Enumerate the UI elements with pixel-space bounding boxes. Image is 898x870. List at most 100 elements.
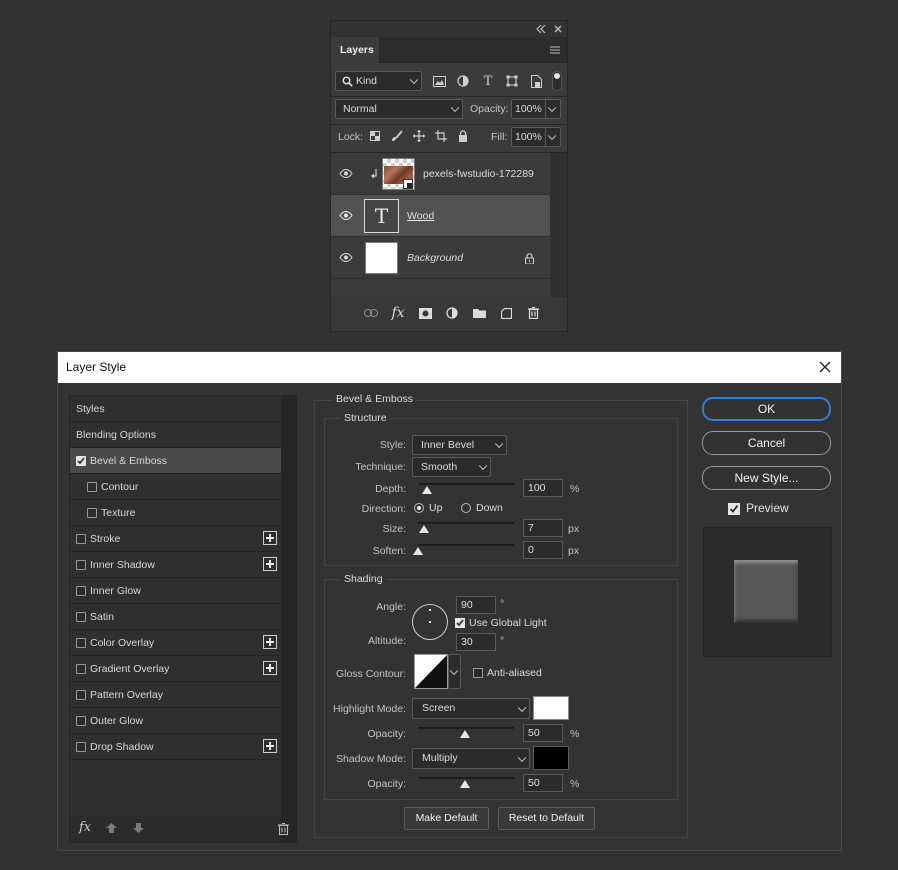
checkbox-drop-shadow[interactable]	[76, 742, 86, 752]
depth-input[interactable]: 100	[523, 479, 563, 497]
technique-dropdown[interactable]: Smooth	[412, 457, 491, 477]
lock-artboard-crop-icon[interactable]	[434, 129, 448, 143]
layers-scrollbar[interactable]	[550, 153, 567, 311]
shadow-opacity-thumb[interactable]	[460, 780, 470, 788]
soften-input[interactable]: 0	[523, 541, 563, 559]
new-layer-icon[interactable]	[497, 305, 515, 321]
size-slider-thumb[interactable]	[419, 525, 429, 533]
checkbox-pattern-overlay[interactable]	[76, 690, 86, 700]
checkbox-gradient-overlay[interactable]	[76, 664, 86, 674]
checkbox-satin[interactable]	[76, 612, 86, 622]
fill-field[interactable]: 100%	[511, 127, 561, 147]
highlight-mode-dropdown[interactable]: Screen	[412, 698, 530, 719]
new-style-button[interactable]: New Style...	[702, 466, 831, 490]
link-layers-icon[interactable]	[362, 305, 380, 321]
fx-icon[interactable]: fx	[389, 305, 407, 321]
depth-slider-thumb[interactable]	[422, 486, 432, 494]
adjustment-layer-icon[interactable]	[443, 305, 461, 321]
style-item-pattern-overlay[interactable]: Pattern Overlay	[70, 682, 281, 708]
preview-checkbox[interactable]	[728, 503, 740, 515]
shadow-opacity-input[interactable]: 50	[523, 774, 563, 792]
style-item-drop-shadow[interactable]: Drop Shadow	[70, 734, 281, 760]
highlight-opacity-slider[interactable]	[418, 727, 514, 729]
style-item-contour[interactable]: Contour	[70, 474, 281, 500]
delete-layer-trash-icon[interactable]	[524, 305, 542, 321]
filter-kind-dropdown[interactable]: Kind	[335, 71, 422, 91]
depth-slider[interactable]	[418, 483, 514, 485]
style-item-stroke[interactable]: Stroke	[70, 526, 281, 552]
lock-pixels-brush-icon[interactable]	[390, 129, 404, 143]
shape-filter-icon[interactable]	[504, 73, 520, 89]
lock-position-move-icon[interactable]	[412, 129, 426, 143]
style-list-scrollbar[interactable]	[281, 396, 296, 842]
style-item-bevel-emboss[interactable]: Bevel & Emboss	[70, 448, 281, 474]
layer-row-background[interactable]: Background	[331, 237, 550, 279]
shadow-opacity-slider[interactable]	[418, 777, 514, 779]
add-stroke-plus-icon[interactable]	[263, 531, 277, 545]
use-global-light-checkbox[interactable]	[455, 618, 465, 628]
style-item-gradient-overlay[interactable]: Gradient Overlay	[70, 656, 281, 682]
checkbox-contour[interactable]	[87, 482, 97, 492]
checkbox-color-overlay[interactable]	[76, 638, 86, 648]
style-item-inner-glow[interactable]: Inner Glow	[70, 578, 281, 604]
gloss-contour-dropdown[interactable]	[448, 654, 461, 689]
layer-row-text[interactable]: T Wood	[331, 195, 550, 237]
visibility-eye-icon[interactable]	[337, 250, 355, 264]
opacity-field[interactable]: 100%	[511, 99, 561, 119]
move-down-arrow-icon[interactable]	[131, 822, 145, 834]
highlight-opacity-input[interactable]: 50	[523, 724, 563, 742]
adjustment-filter-icon[interactable]	[455, 73, 471, 89]
checkbox-inner-glow[interactable]	[76, 586, 86, 596]
style-item-texture[interactable]: Texture	[70, 500, 281, 526]
checkbox-outer-glow[interactable]	[76, 716, 86, 726]
type-filter-icon[interactable]: T	[480, 73, 496, 89]
style-item-inner-shadow[interactable]: Inner Shadow	[70, 552, 281, 578]
checkbox-texture[interactable]	[87, 508, 97, 518]
style-item-outer-glow[interactable]: Outer Glow	[70, 708, 281, 734]
highlight-opacity-thumb[interactable]	[460, 730, 470, 738]
bevel-style-dropdown[interactable]: Inner Bevel	[412, 435, 507, 455]
close-icon[interactable]	[817, 359, 833, 375]
add-gradient-overlay-plus-icon[interactable]	[263, 661, 277, 675]
new-group-folder-icon[interactable]	[470, 305, 488, 321]
blend-mode-dropdown[interactable]: Normal	[335, 99, 463, 119]
soften-slider-thumb[interactable]	[413, 547, 423, 555]
add-color-overlay-plus-icon[interactable]	[263, 635, 277, 649]
style-item-blending-options[interactable]: Blending Options	[70, 422, 281, 448]
direction-down-radio[interactable]	[461, 503, 471, 513]
close-icon[interactable]	[552, 23, 564, 35]
checkbox-bevel-emboss[interactable]	[76, 456, 86, 466]
angle-input[interactable]: 90	[456, 596, 496, 614]
add-mask-icon[interactable]	[416, 305, 434, 321]
panel-menu-icon[interactable]	[549, 44, 561, 56]
visibility-eye-icon[interactable]	[337, 166, 355, 180]
style-item-color-overlay[interactable]: Color Overlay	[70, 630, 281, 656]
style-item-satin[interactable]: Satin	[70, 604, 281, 630]
add-drop-shadow-plus-icon[interactable]	[263, 739, 277, 753]
lock-transparent-icon[interactable]	[368, 129, 382, 143]
highlight-color-swatch[interactable]	[533, 696, 569, 720]
delete-effect-trash-icon[interactable]	[276, 822, 290, 836]
shadow-mode-dropdown[interactable]: Multiply	[412, 748, 530, 769]
make-default-button[interactable]: Make Default	[404, 807, 489, 830]
tab-layers[interactable]: Layers	[331, 37, 379, 63]
direction-up-radio[interactable]	[414, 503, 424, 513]
visibility-eye-icon[interactable]	[337, 208, 355, 222]
image-filter-icon[interactable]	[431, 73, 447, 89]
fx-icon[interactable]: fx	[79, 820, 91, 835]
size-slider[interactable]	[418, 522, 514, 524]
layer-row-smart-object[interactable]: pexels-fwstudio-172289	[331, 153, 550, 195]
soften-slider[interactable]	[418, 544, 514, 546]
add-inner-shadow-plus-icon[interactable]	[263, 557, 277, 571]
reset-to-default-button[interactable]: Reset to Default	[498, 807, 595, 830]
move-up-arrow-icon[interactable]	[104, 822, 118, 834]
gloss-contour-preview[interactable]	[414, 654, 448, 689]
filter-toggle[interactable]	[552, 71, 562, 91]
shadow-color-swatch[interactable]	[533, 746, 569, 770]
checkbox-stroke[interactable]	[76, 534, 86, 544]
checkbox-inner-shadow[interactable]	[76, 560, 86, 570]
anti-aliased-checkbox[interactable]	[473, 668, 483, 678]
collapse-icon[interactable]	[535, 23, 547, 35]
style-item-styles[interactable]: Styles	[70, 396, 281, 422]
smart-object-filter-icon[interactable]	[528, 73, 544, 89]
